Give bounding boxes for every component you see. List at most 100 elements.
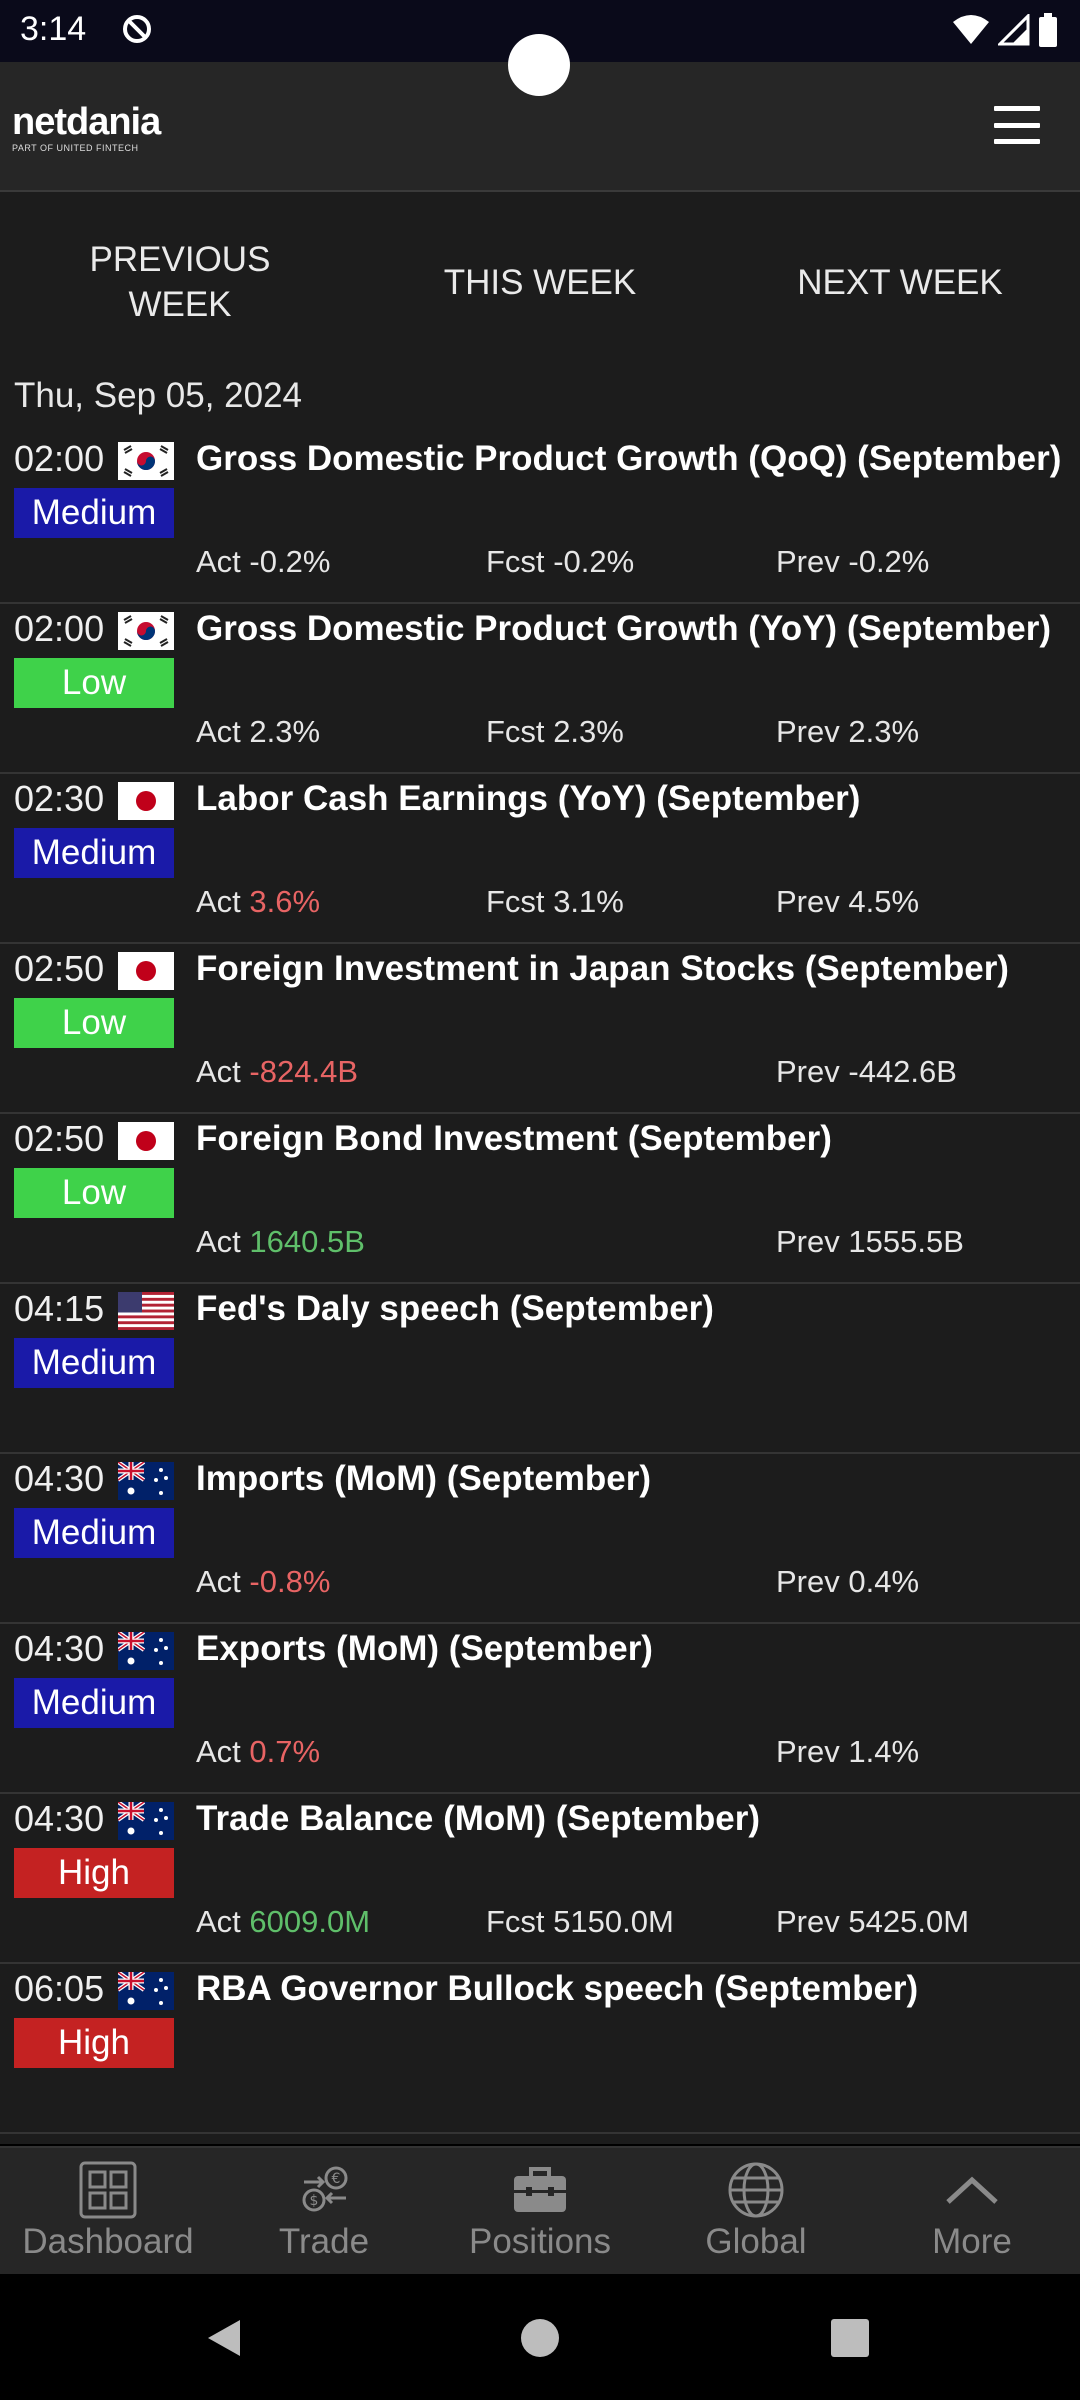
actual-label: Act xyxy=(196,884,241,919)
event-time: 04:15 xyxy=(14,1288,105,1329)
previous-label: Prev xyxy=(776,714,840,749)
nav-dashboard[interactable]: Dashboard xyxy=(0,2160,216,2270)
event-title: Imports (MoM) (September) xyxy=(196,1459,651,1498)
event-title: Trade Balance (MoM) (September) xyxy=(196,1799,760,1838)
bottom-navigation: Dashboard $ € Trade Positions Global Mor… xyxy=(0,2146,1080,2276)
previous-label: Prev xyxy=(776,1734,840,1769)
impact-badge: High xyxy=(14,1848,174,1898)
nav-label: Global xyxy=(705,2222,807,2261)
event-values: Act -0.2% Fcst -0.2% Prev -0.2% xyxy=(196,544,1066,584)
event-values: Act 2.3% Fcst 2.3% Prev 2.3% xyxy=(196,714,1066,754)
impact-badge: Low xyxy=(14,658,174,708)
system-navigation-bar xyxy=(0,2274,1080,2400)
impact-badge: Low xyxy=(14,998,174,1048)
previous-label: Prev xyxy=(776,884,840,919)
actual-value: Act 1640.5B xyxy=(196,1224,365,1260)
previous-number: 1555.5B xyxy=(848,1224,964,1259)
impact-badge: Medium xyxy=(14,1678,174,1728)
event-row[interactable]: 04:30 High Trade Balance (MoM) (Septembe… xyxy=(0,1794,1080,1964)
camera-cutout xyxy=(508,34,570,96)
previous-number: 4.5% xyxy=(848,884,920,919)
nav-trade[interactable]: $ € Trade xyxy=(216,2160,432,2270)
actual-value: Act 0.7% xyxy=(196,1734,320,1770)
impact-badge: Medium xyxy=(14,488,174,538)
nav-label: Positions xyxy=(468,2222,612,2261)
event-title: Fed's Daly speech (September) xyxy=(196,1289,714,1328)
nav-label: Trade xyxy=(278,2222,370,2261)
actual-number: -824.4B xyxy=(249,1054,358,1089)
event-row[interactable]: 02:50 Low Foreign Bond Investment (Septe… xyxy=(0,1114,1080,1284)
event-time: 02:50 xyxy=(14,1118,105,1159)
impact-badge: Medium xyxy=(14,1508,174,1558)
forecast-value: Fcst 3.1% xyxy=(486,884,624,920)
flag-au-icon xyxy=(118,1972,174,2010)
previous-number: -0.2% xyxy=(848,544,930,579)
forecast-label: Fcst xyxy=(486,544,545,579)
event-row[interactable]: 04:30 Medium Imports (MoM) (September) A… xyxy=(0,1454,1080,1624)
event-time: 04:30 xyxy=(14,1628,105,1669)
battery-icon xyxy=(1039,13,1057,47)
event-title: Labor Cash Earnings (YoY) (September) xyxy=(196,779,861,818)
nav-global[interactable]: Global xyxy=(648,2160,864,2270)
flag-au-icon xyxy=(118,1632,174,1670)
actual-label: Act xyxy=(196,1904,241,1939)
previous-value: Prev -442.6B xyxy=(776,1054,957,1090)
forecast-number: 3.1% xyxy=(553,884,624,919)
hamburger-menu-icon[interactable] xyxy=(994,102,1040,148)
previous-value: Prev 2.3% xyxy=(776,714,919,750)
event-title: Foreign Investment in Japan Stocks (Sept… xyxy=(196,949,1009,988)
previous-value: Prev 0.4% xyxy=(776,1564,919,1600)
actual-number: -0.8% xyxy=(249,1564,331,1599)
trade-icon: $ € xyxy=(302,2166,348,2212)
event-row[interactable]: 02:00 Medium Gross Domestic Product Grow… xyxy=(0,434,1080,604)
forecast-number: 2.3% xyxy=(553,714,624,749)
event-row[interactable]: 02:50 Low Foreign Investment in Japan St… xyxy=(0,944,1080,1114)
event-time: 02:50 xyxy=(14,948,105,989)
forecast-label: Fcst xyxy=(486,1904,545,1939)
event-row[interactable]: 06:05 High RBA Governor Bullock speech (… xyxy=(0,1964,1080,2134)
event-time: 02:00 xyxy=(14,608,105,649)
previous-value: Prev 1555.5B xyxy=(776,1224,964,1260)
recents-icon[interactable] xyxy=(830,2318,870,2358)
impact-badge: Medium xyxy=(14,1338,174,1388)
event-values xyxy=(196,1394,1066,1434)
event-row[interactable]: 02:30 Medium Labor Cash Earnings (YoY) (… xyxy=(0,774,1080,944)
chevron-up-icon xyxy=(946,2176,998,2204)
tab-previous-week[interactable]: PREVIOUS WEEK xyxy=(0,232,360,332)
nav-positions[interactable]: Positions xyxy=(432,2160,648,2270)
event-row[interactable]: 04:30 Medium Exports (MoM) (September) A… xyxy=(0,1624,1080,1794)
netdania-logo[interactable]: netdania PART OF UNITED FINTECH xyxy=(12,101,161,154)
globe-icon xyxy=(728,2162,784,2218)
actual-number: 0.7% xyxy=(249,1734,321,1769)
tab-next-week[interactable]: NEXT WEEK xyxy=(720,232,1080,332)
week-tabs: PREVIOUS WEEK THIS WEEK NEXT WEEK xyxy=(0,232,1080,332)
back-icon[interactable] xyxy=(204,2318,244,2358)
logo-wordmark: netdania xyxy=(12,101,161,143)
impact-badge: Low xyxy=(14,1168,174,1218)
flag-kr-icon xyxy=(118,442,174,480)
event-time: 04:30 xyxy=(14,1798,105,1839)
previous-value: Prev -0.2% xyxy=(776,544,929,580)
actual-value: Act -824.4B xyxy=(196,1054,358,1090)
event-time: 02:30 xyxy=(14,778,105,819)
impact-badge: Medium xyxy=(14,828,174,878)
actual-number: 1640.5B xyxy=(249,1224,365,1259)
event-row[interactable]: 02:00 Low Gross Domestic Product Growth … xyxy=(0,604,1080,774)
nav-more[interactable]: More xyxy=(864,2160,1080,2270)
event-row[interactable]: 04:15 Medium Fed's Daly speech (Septembe… xyxy=(0,1284,1080,1454)
actual-value: Act -0.8% xyxy=(196,1564,330,1600)
tab-this-week[interactable]: THIS WEEK xyxy=(360,232,720,332)
previous-number: -442.6B xyxy=(848,1054,957,1089)
previous-number: 2.3% xyxy=(848,714,920,749)
home-icon[interactable] xyxy=(520,2318,560,2358)
previous-number: 5425.0M xyxy=(848,1904,970,1939)
event-values: Act -824.4B Prev -442.6B xyxy=(196,1054,1066,1094)
nav-label: More xyxy=(932,2222,1012,2261)
event-title: Exports (MoM) (September) xyxy=(196,1629,653,1668)
forecast-value: Fcst 2.3% xyxy=(486,714,624,750)
flag-jp-icon xyxy=(118,1122,174,1160)
previous-value: Prev 4.5% xyxy=(776,884,919,920)
forecast-number: -0.2% xyxy=(553,544,635,579)
previous-label: Prev xyxy=(776,1904,840,1939)
wifi-icon xyxy=(953,15,989,44)
